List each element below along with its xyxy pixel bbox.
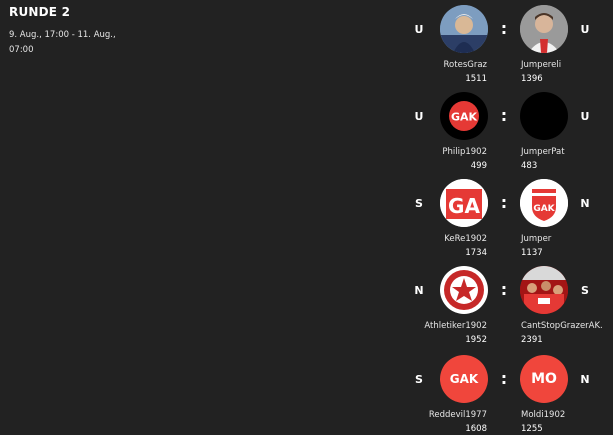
badge-text: GA (448, 194, 480, 218)
vs-separator: : (500, 193, 508, 212)
vs-separator: : (500, 280, 508, 299)
avatar[interactable]: GAK (520, 179, 568, 227)
avatar[interactable]: GA (440, 179, 488, 227)
avatar[interactable]: GAK (440, 355, 488, 403)
avatar[interactable] (440, 266, 488, 314)
gak-shield-icon: GAK (520, 179, 568, 227)
avatar[interactable] (520, 92, 568, 140)
result-right: N (580, 373, 590, 386)
photo-avatar-icon (440, 5, 488, 53)
star-crest-icon (442, 268, 486, 312)
player-name[interactable]: Reddevil1977 (429, 410, 487, 420)
player-name[interactable]: CantStopGrazerAK. (521, 321, 603, 331)
gak-logo-icon: GAK (449, 101, 479, 131)
result-right: U (580, 110, 590, 123)
player-name[interactable]: Moldi1902 (521, 410, 565, 420)
avatar[interactable] (520, 266, 568, 314)
player-name[interactable]: Jumper (521, 234, 551, 244)
ga-crest-icon: GA (440, 179, 488, 227)
player-points: 1255 (521, 424, 543, 434)
crowd-photo-icon (520, 266, 568, 314)
player-name[interactable]: JumperPat (521, 147, 565, 157)
avatar[interactable]: MO (520, 355, 568, 403)
match-row[interactable]: S GA : GAK N KeRe1902 1734 Jumper 1137 (405, 179, 605, 259)
vs-separator: : (500, 369, 508, 388)
round-dates: 9. Aug., 17:00 - 11. Aug., 07:00 (9, 30, 116, 55)
badge-text: GAK (533, 204, 555, 214)
result-right: U (580, 23, 590, 36)
badge-text: MO (531, 371, 557, 387)
vs-separator: : (500, 106, 508, 125)
avatar[interactable]: GAK (440, 92, 488, 140)
result-left: N (414, 284, 424, 297)
result-left: U (414, 23, 424, 36)
player-points: 1952 (465, 335, 487, 345)
player-points: 1511 (465, 74, 487, 84)
player-points: 499 (470, 161, 487, 171)
badge-text: GAK (451, 111, 478, 124)
player-name[interactable]: Athletiker1902 (424, 321, 487, 331)
result-left: S (415, 197, 423, 210)
match-row[interactable]: U : U RotesGraz 1511 Jumpereli 1396 (405, 5, 605, 85)
player-name[interactable]: RotesGraz (444, 60, 487, 70)
result-left: U (414, 110, 424, 123)
player-points: 1608 (465, 424, 487, 434)
player-points: 1734 (465, 248, 487, 258)
match-row[interactable]: S GAK : MO N Reddevil1977 1608 Moldi1902… (405, 355, 605, 435)
player-points: 1137 (521, 248, 543, 258)
round-title: RUNDE 2 (9, 5, 71, 19)
player-name[interactable]: Jumpereli (521, 60, 561, 70)
match-row[interactable]: N : S Athletiker1902 1952 CantStopGrazer… (405, 266, 605, 346)
match-row[interactable]: U GAK : U Philip1902 499 JumperPat 483 (405, 92, 605, 172)
result-left: S (415, 373, 423, 386)
photo-avatar-icon (520, 5, 568, 53)
player-name[interactable]: Philip1902 (442, 147, 487, 157)
player-points: 483 (521, 161, 538, 171)
vs-separator: : (500, 19, 508, 38)
result-right: N (580, 197, 590, 210)
badge-text: GAK (449, 372, 479, 386)
result-right: S (581, 284, 589, 297)
player-name[interactable]: KeRe1902 (444, 234, 487, 244)
avatar[interactable] (520, 5, 568, 53)
avatar[interactable] (440, 5, 488, 53)
player-points: 1396 (521, 74, 543, 84)
player-points: 2391 (521, 335, 543, 345)
